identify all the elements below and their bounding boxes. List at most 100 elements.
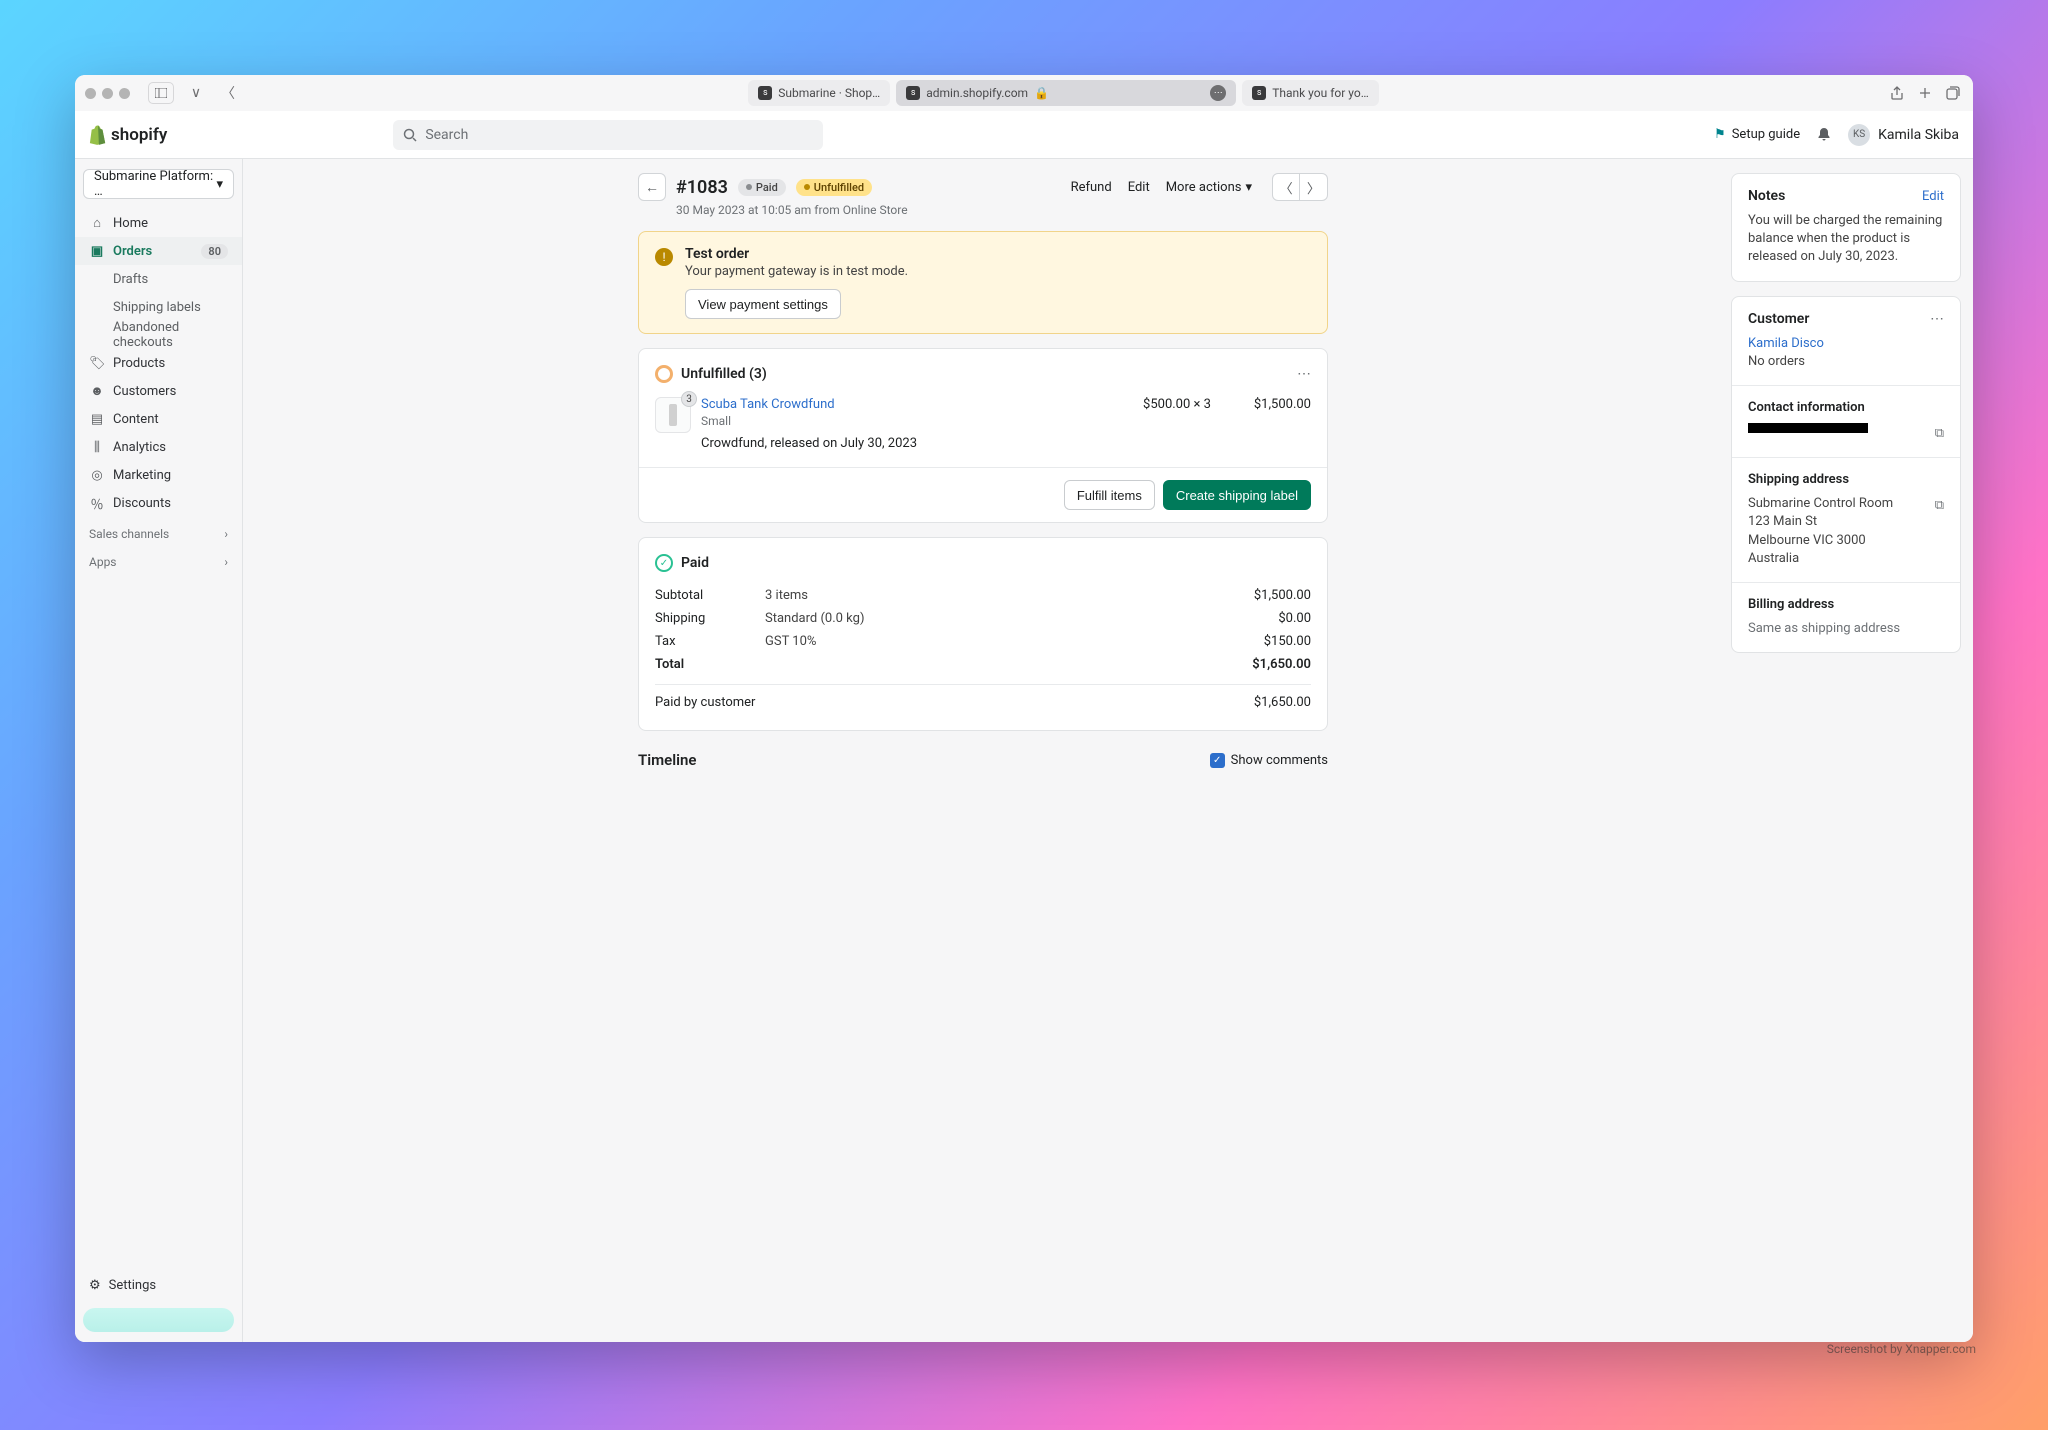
- banner-body: Your payment gateway is in test mode.: [685, 264, 908, 279]
- user-name: Kamila Skiba: [1878, 127, 1959, 143]
- release-note: Crowdfund, released on July 30, 2023: [701, 436, 1081, 451]
- create-shipping-label-button[interactable]: Create shipping label: [1163, 480, 1311, 510]
- shipping-heading: Shipping address: [1748, 472, 1849, 487]
- search-icon: [403, 128, 417, 142]
- sidebar-item-content[interactable]: ▤Content: [75, 405, 242, 433]
- fulfill-items-button[interactable]: Fulfill items: [1064, 480, 1155, 510]
- notes-heading: Notes: [1748, 188, 1785, 204]
- notifications-icon[interactable]: [1816, 127, 1832, 143]
- sidebar-item-discounts[interactable]: ％Discounts: [75, 489, 242, 517]
- sidebar-toggle-icon[interactable]: [148, 82, 174, 104]
- view-payment-settings-button[interactable]: View payment settings: [685, 289, 841, 319]
- sidebar-item-drafts[interactable]: Drafts: [75, 265, 242, 293]
- paid-badge: Paid: [738, 179, 786, 196]
- more-actions-button[interactable]: More actions ▾: [1166, 180, 1252, 195]
- payment-heading: Paid: [681, 555, 709, 571]
- shipping-address: Submarine Control Room 123 Main St Melbo…: [1748, 495, 1893, 568]
- sidebar-item-abandoned[interactable]: Abandoned checkouts: [75, 321, 242, 349]
- shopify-admin: shopify Search ⚑ Setup guide KS K: [75, 111, 1973, 1342]
- browser-tab-active[interactable]: s admin.shopify.com 🔒 ⋯: [896, 80, 1236, 106]
- traffic-lights[interactable]: [85, 88, 130, 99]
- reader-icon[interactable]: ⋯: [1210, 85, 1226, 101]
- timeline-header: Timeline ✓ Show comments: [638, 751, 1328, 769]
- unfulfilled-status-icon: [655, 365, 673, 383]
- banner-title: Test order: [685, 246, 908, 262]
- test-order-banner: ! Test order Your payment gateway is in …: [638, 231, 1328, 334]
- back-nav-icon[interactable]: 〈: [218, 82, 238, 104]
- content-icon: ▤: [89, 412, 105, 427]
- warning-icon: !: [655, 248, 673, 266]
- setup-guide-button[interactable]: ⚑ Setup guide: [1714, 127, 1800, 142]
- sidebar-item-customers[interactable]: ☻Customers: [75, 377, 242, 405]
- customer-menu-icon[interactable]: ⋯: [1930, 311, 1944, 327]
- prev-order-button[interactable]: 〈: [1272, 173, 1300, 201]
- unfulfilled-badge: Unfulfilled: [796, 179, 872, 196]
- next-order-button[interactable]: 〉: [1300, 173, 1328, 201]
- right-column: Notes Edit You will be charged the remain…: [1731, 173, 1961, 813]
- sales-channels-header[interactable]: Sales channels ›: [75, 517, 242, 545]
- sidebar-item-analytics[interactable]: ⫼Analytics: [75, 433, 242, 461]
- product-link[interactable]: Scuba Tank Crowdfund: [701, 397, 1081, 412]
- browser-tab-3[interactable]: s Thank you for yo…: [1242, 80, 1379, 106]
- tab-group-chevron-icon[interactable]: ∨: [186, 82, 206, 104]
- chevron-down-icon: ▾: [1245, 180, 1252, 195]
- fulfillment-card: Unfulfilled (3) ⋯ 3: [638, 348, 1328, 523]
- sidebar-bottom-pill[interactable]: [83, 1308, 234, 1332]
- sidebar-item-home[interactable]: ⌂Home: [75, 209, 242, 237]
- watermark: Screenshot by Xnapper.com: [1827, 1342, 1976, 1356]
- fulfillment-menu-icon[interactable]: ⋯: [1297, 366, 1311, 382]
- edit-notes-button[interactable]: Edit: [1922, 189, 1944, 204]
- shopify-favicon-icon: s: [758, 86, 772, 100]
- product-thumbnail[interactable]: 3: [655, 397, 691, 433]
- sidebar-settings[interactable]: ⚙ Settings: [75, 1268, 242, 1302]
- sidebar-item-marketing[interactable]: ◎Marketing: [75, 461, 242, 489]
- page-header: ← #1083 Paid Unfulfilled Refund Edit Mor…: [638, 173, 1328, 201]
- edit-button[interactable]: Edit: [1128, 180, 1150, 195]
- sidebar-item-shipping-labels[interactable]: Shipping labels: [75, 293, 242, 321]
- show-comments-toggle[interactable]: ✓ Show comments: [1210, 753, 1328, 768]
- tab-overview-icon[interactable]: [1945, 85, 1963, 101]
- analytics-icon: ⫼: [89, 440, 105, 455]
- customer-heading: Customer: [1748, 311, 1809, 327]
- chevron-right-icon: ›: [224, 555, 228, 569]
- brand-name: shopify: [111, 125, 167, 145]
- product-variant: Small: [701, 414, 1081, 428]
- order-subtitle: 30 May 2023 at 10:05 am from Online Stor…: [676, 203, 1328, 217]
- notes-body: You will be charged the remaining balanc…: [1748, 212, 1944, 267]
- browser-tab-1[interactable]: s Submarine · Shop…: [748, 80, 890, 106]
- shopify-logo[interactable]: shopify: [89, 125, 167, 145]
- copy-icon[interactable]: ⧉: [1935, 497, 1944, 515]
- sidebar-item-products[interactable]: 🏷Products: [75, 349, 242, 377]
- browser-window: ∨ 〈 s Submarine · Shop… s admin.shopify.…: [75, 75, 1973, 1342]
- address: admin.shopify.com: [926, 86, 1028, 100]
- back-button[interactable]: ←: [638, 173, 666, 201]
- store-switcher[interactable]: Submarine Platform: … ▾: [83, 169, 234, 199]
- browser-tabs: s Submarine · Shop… s admin.shopify.com …: [250, 80, 1877, 106]
- contact-email-redacted: [1748, 423, 1868, 433]
- fulfillment-heading: Unfulfilled (3): [681, 366, 767, 382]
- payment-card: Paid Subtotal3 items$1,500.00 ShippingSt…: [638, 537, 1328, 731]
- home-icon: ⌂: [89, 215, 105, 231]
- order-pager: 〈 〉: [1272, 173, 1328, 201]
- customer-link[interactable]: Kamila Disco: [1748, 336, 1824, 351]
- copy-icon[interactable]: ⧉: [1935, 425, 1944, 443]
- chevron-down-icon: ▾: [216, 177, 223, 192]
- user-menu[interactable]: KS Kamila Skiba: [1848, 124, 1959, 146]
- search-field[interactable]: Search: [393, 120, 823, 150]
- orders-icon: ▣: [89, 244, 105, 259]
- tab-title: Thank you for yo…: [1272, 86, 1369, 100]
- sidebar-item-orders[interactable]: ▣Orders80: [75, 237, 242, 265]
- search-placeholder: Search: [425, 127, 468, 143]
- order-title: #1083: [676, 177, 728, 198]
- apps-header[interactable]: Apps ›: [75, 545, 242, 573]
- discount-icon: ％: [89, 494, 105, 513]
- avatar: KS: [1848, 124, 1870, 146]
- share-icon[interactable]: [1889, 85, 1907, 101]
- shopify-favicon-icon: s: [1252, 86, 1266, 100]
- orders-badge: 80: [201, 244, 228, 259]
- new-tab-icon[interactable]: [1917, 85, 1935, 101]
- line-item: 3 Scuba Tank Crowdfund Small Crowdfund, …: [655, 397, 1311, 451]
- chevron-right-icon: ›: [224, 527, 228, 541]
- refund-button[interactable]: Refund: [1071, 180, 1112, 195]
- tag-icon: 🏷: [89, 356, 105, 371]
